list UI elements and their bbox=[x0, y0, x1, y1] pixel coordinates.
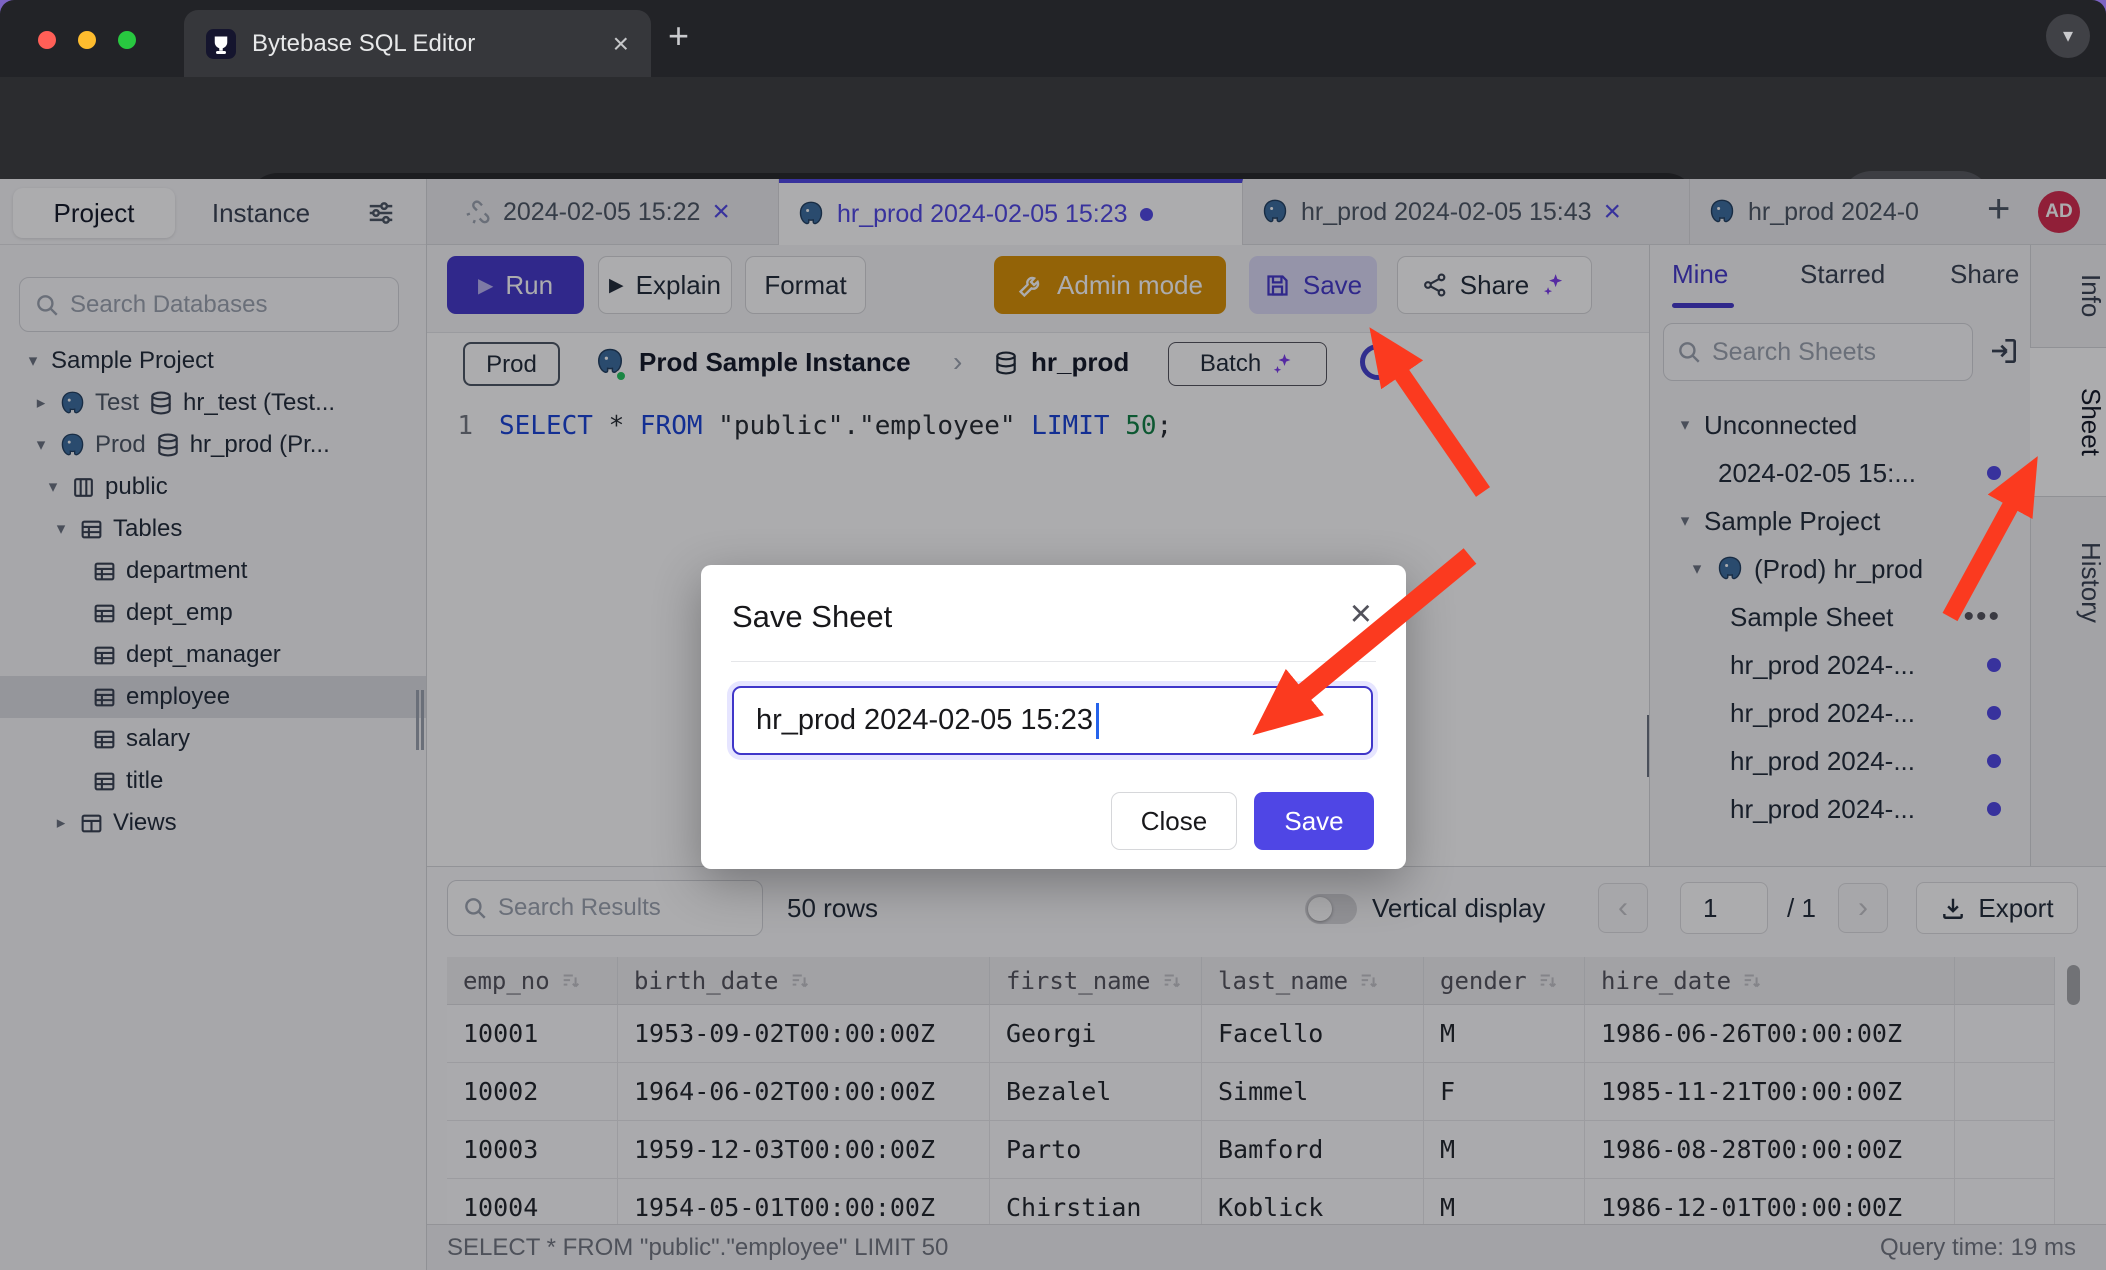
screen: Bytebase SQL Editor × + ▾ ← → localhost:… bbox=[0, 0, 2106, 1270]
sheet-name-input[interactable]: hr_prod 2024-02-05 15:23 bbox=[732, 686, 1373, 755]
window-controls bbox=[38, 31, 136, 49]
sheet-name-value: hr_prod 2024-02-05 15:23 bbox=[756, 704, 1093, 737]
browser-tab-close-icon[interactable]: × bbox=[613, 30, 629, 58]
dialog-title: Save Sheet bbox=[732, 599, 892, 635]
dialog-divider bbox=[731, 661, 1376, 662]
text-cursor bbox=[1096, 703, 1099, 739]
browser-tab-title: Bytebase SQL Editor bbox=[252, 30, 597, 58]
bytebase-favicon-icon bbox=[206, 29, 236, 59]
dialog-close-button[interactable]: Close bbox=[1111, 792, 1237, 850]
window-close-button[interactable] bbox=[38, 31, 56, 49]
browser-chrome: Bytebase SQL Editor × + ▾ ← → localhost:… bbox=[0, 0, 2106, 179]
browser-toolbar: ← → localhost:8080/sql-editor/prod-sampl… bbox=[0, 77, 2106, 179]
browser-tab[interactable]: Bytebase SQL Editor × bbox=[184, 10, 651, 77]
window-minimize-button[interactable] bbox=[78, 31, 96, 49]
save-sheet-dialog: Save Sheet × hr_prod 2024-02-05 15:23 Cl… bbox=[701, 565, 1406, 869]
bytebase-app: Project Instance ▾ Sample Project ▸ bbox=[0, 179, 2106, 1270]
dialog-save-button[interactable]: Save bbox=[1254, 792, 1374, 850]
dialog-close-icon[interactable]: × bbox=[1350, 595, 1372, 633]
tab-search-chevron-icon[interactable]: ▾ bbox=[2046, 14, 2090, 58]
new-tab-button[interactable]: + bbox=[668, 18, 689, 54]
window-maximize-button[interactable] bbox=[118, 31, 136, 49]
